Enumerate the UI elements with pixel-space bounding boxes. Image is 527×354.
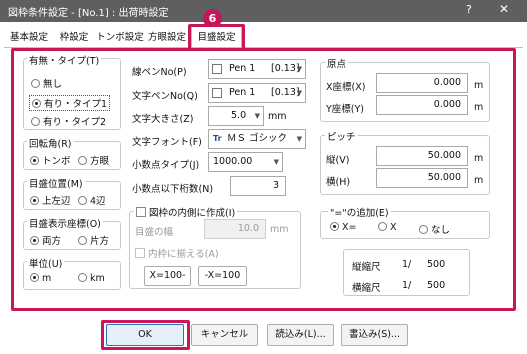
- tab-basic[interactable]: 基本設定: [6, 29, 52, 47]
- radio-rotation-tombo[interactable]: トンボ: [30, 153, 71, 167]
- radio-dot-selected-icon: [30, 273, 39, 282]
- radio-presence-type2[interactable]: 有り・タイプ2: [31, 114, 106, 128]
- radio-dot-selected-icon: [32, 99, 41, 108]
- text-size-unit: mm: [268, 111, 287, 122]
- radio-presence-none[interactable]: 無し: [31, 76, 62, 90]
- radio-equals-none[interactable]: なし: [419, 222, 450, 236]
- align-inner-frame-checkbox[interactable]: 内枠に揃える(A): [135, 246, 219, 260]
- radio-dot-selected-icon: [330, 222, 339, 231]
- text-pen-select[interactable]: Pen 1 [0.13] ▼: [208, 83, 306, 103]
- decimal-type-select[interactable]: 1000.00 ▼: [208, 152, 283, 172]
- text-size-select[interactable]: 5.0 ▼: [208, 106, 264, 126]
- text-pen-label: 文字ペンNo(Q): [132, 91, 198, 102]
- radio-position-four[interactable]: 4辺: [78, 193, 106, 207]
- tab-grid[interactable]: 方眼設定: [147, 29, 187, 47]
- pen-color-swatch: [212, 88, 222, 98]
- pitch-v-input[interactable]: 50.000: [376, 146, 468, 166]
- title-bar: 図枠条件設定 - [No.1] : 出荷時設定 ? ✕: [0, 0, 527, 22]
- origin-y-label: Y座標(Y): [326, 104, 365, 115]
- chevron-down-icon: ▼: [296, 65, 302, 73]
- inner-frame-checkbox[interactable]: 図枠の内側に作成(I): [134, 205, 238, 219]
- pen-color-swatch: [212, 64, 222, 74]
- decimal-digits-label: 小数点以下桁数(N): [132, 184, 214, 195]
- radio-dot-selected-icon: [30, 236, 39, 245]
- pitch-v-unit: m: [474, 153, 484, 164]
- chevron-down-icon: ▼: [273, 158, 279, 166]
- coords-group-title: 目盛表示座標(O): [27, 216, 103, 230]
- radio-equals-x[interactable]: X: [378, 222, 397, 233]
- text-font-select[interactable]: Tr ＭＳ ゴシック ▼: [208, 129, 306, 149]
- presence-group-title: 有無・タイプ(T): [27, 53, 102, 67]
- radio-dot-icon: [419, 225, 428, 234]
- pitch-h-label: 横(H): [326, 177, 351, 188]
- chevron-down-icon: ▼: [254, 112, 260, 120]
- origin-x-unit: m: [474, 80, 484, 91]
- radio-dot-icon: [31, 79, 40, 88]
- origin-x-input[interactable]: 0.000: [376, 73, 468, 93]
- origin-x-label: X座標(X): [326, 82, 366, 93]
- tab-tombo[interactable]: トンボ設定: [96, 29, 144, 47]
- ok-button[interactable]: OK: [106, 324, 184, 346]
- radio-position-topleft[interactable]: 上左辺: [30, 193, 71, 207]
- save-button[interactable]: 書込み(S)...: [341, 324, 408, 346]
- radio-dot-icon: [78, 196, 87, 205]
- radio-dot-icon: [31, 117, 40, 126]
- scale-width-unit: mm: [270, 224, 289, 235]
- pitch-h-unit: m: [474, 175, 484, 186]
- pitch-h-input[interactable]: 50.000: [376, 168, 468, 188]
- radio-equals-xeq[interactable]: X=: [330, 222, 356, 233]
- line-pen-select[interactable]: Pen 1 [0.13] ▼: [208, 59, 306, 79]
- close-button[interactable]: ✕: [499, 2, 509, 16]
- vertical-scale-row: 縦縮尺 1/ 500: [352, 259, 446, 273]
- radio-dot-selected-icon: [30, 156, 39, 165]
- origin-y-input[interactable]: 0.000: [376, 95, 468, 115]
- radio-presence-type1[interactable]: 有り・タイプ1: [29, 95, 111, 111]
- tab-highlight-frame: [188, 24, 245, 51]
- radio-dot-icon: [78, 156, 87, 165]
- help-button[interactable]: ?: [466, 3, 472, 16]
- load-button[interactable]: 読込み(L)...: [267, 324, 334, 346]
- scale-width-input[interactable]: 10.0: [204, 219, 266, 239]
- x100-button[interactable]: X=100-: [144, 266, 191, 286]
- scale-width-label: 目盛の幅: [135, 227, 174, 238]
- radio-coords-one[interactable]: 片方: [78, 233, 109, 247]
- checkbox-icon: [135, 248, 145, 258]
- origin-group-title: 原点: [325, 56, 349, 70]
- chevron-down-icon: ▼: [296, 135, 302, 143]
- chevron-down-icon: ▼: [296, 89, 302, 97]
- horizontal-scale-row: 横縮尺 1/ 500: [352, 280, 446, 294]
- rotation-group-title: 回転角(R): [27, 136, 74, 150]
- radio-rotation-grid[interactable]: 方眼: [78, 153, 109, 167]
- radio-dot-icon: [78, 273, 87, 282]
- radio-dot-selected-icon: [30, 196, 39, 205]
- tab-frame[interactable]: 枠設定: [56, 29, 92, 47]
- neg-x100-button[interactable]: -X=100: [198, 266, 247, 286]
- radio-coords-both[interactable]: 両方: [30, 233, 61, 247]
- cancel-button[interactable]: キャンセル: [191, 324, 258, 346]
- equals-group-title: "="の追加(E): [328, 205, 391, 219]
- decimal-type-label: 小数点タイプ(J): [132, 160, 200, 171]
- line-pen-label: 線ペンNo(P): [132, 67, 187, 78]
- radio-dot-icon: [378, 222, 387, 231]
- radio-unit-m[interactable]: m: [30, 273, 51, 284]
- decimal-digits-input[interactable]: 3: [230, 176, 286, 196]
- radio-unit-km[interactable]: km: [78, 273, 105, 284]
- checkbox-icon: [136, 207, 146, 217]
- text-font-label: 文字フォント(F): [132, 137, 202, 148]
- truetype-font-icon: Tr: [213, 134, 222, 143]
- unit-group-title: 単位(U): [27, 256, 65, 270]
- pitch-v-label: 縦(V): [326, 155, 350, 166]
- text-size-label: 文字大きさ(Z): [132, 114, 194, 125]
- origin-y-unit: m: [474, 102, 484, 113]
- pitch-group-title: ピッチ: [325, 129, 358, 143]
- radio-dot-icon: [78, 236, 87, 245]
- window-title: 図枠条件設定 - [No.1] : 出荷時設定: [8, 8, 169, 19]
- position-group-title: 目盛位置(M): [27, 176, 85, 190]
